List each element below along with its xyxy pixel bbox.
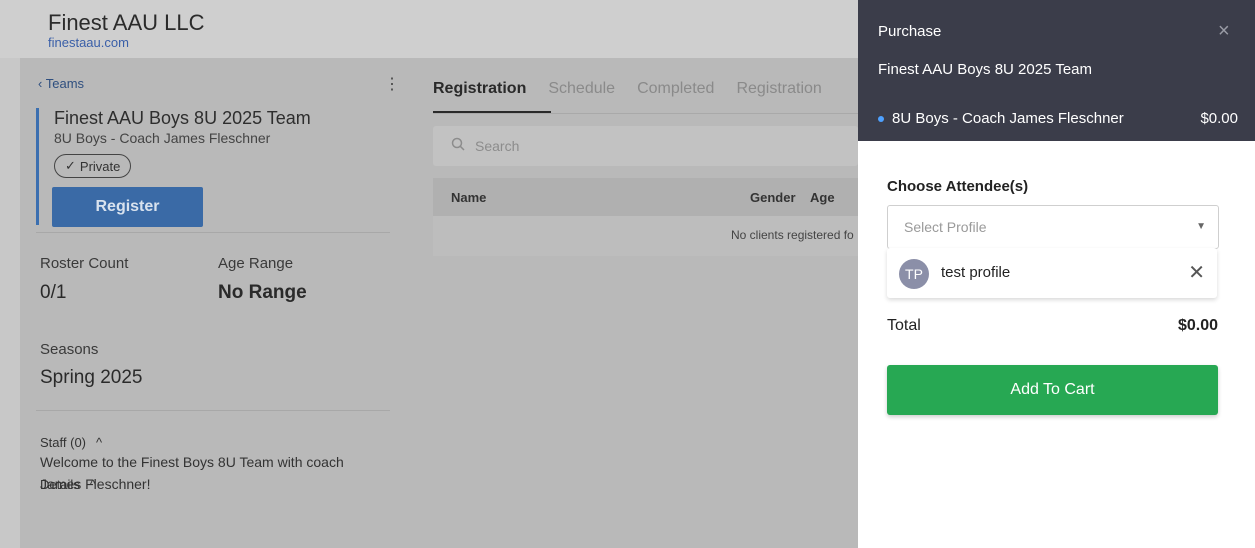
caret-down-icon: ▼ <box>1196 221 1206 232</box>
column-gender[interactable]: Gender <box>750 190 796 205</box>
team-subtitle: 8U Boys - Coach James Fleschner <box>54 130 271 146</box>
column-age[interactable]: Age <box>810 190 835 205</box>
private-label: Private <box>79 158 121 174</box>
app-header: Finest AAU LLC finestaau.com <box>0 0 858 58</box>
checkmark-icon: ✓ <box>65 158 76 173</box>
attendee-name: test profile <box>941 264 1011 281</box>
divider <box>36 232 390 233</box>
accent-bar <box>36 108 39 225</box>
drawer-title: Purchase <box>878 23 942 40</box>
search-placeholder: Search <box>475 138 520 154</box>
age-range-label: Age Range <box>218 255 294 272</box>
add-to-cart-button[interactable]: Add To Cart <box>887 365 1218 415</box>
details-text: Welcome to the Finest Boys 8U Team with … <box>40 454 344 492</box>
purchase-drawer: Purchase × Finest AAU Boys 8U 2025 Team … <box>858 0 1255 548</box>
team-sidebar: ‹ Teams ⋮ Finest AAU Boys 8U 2025 Team 8… <box>20 58 400 548</box>
empty-message: No clients registered fo <box>731 228 854 242</box>
total-label: Total <box>887 317 921 334</box>
column-name[interactable]: Name <box>451 190 486 205</box>
brand-name: Finest AAU LLC <box>48 10 205 35</box>
seasons-value: Spring 2025 <box>40 367 143 388</box>
divider <box>36 410 390 411</box>
roster-count-label: Roster Count <box>40 255 129 272</box>
age-range-value: No Range <box>218 282 307 303</box>
select-placeholder: Select Profile <box>904 219 987 235</box>
team-title: Finest AAU Boys 8U 2025 Team <box>54 108 311 128</box>
register-button[interactable]: Register <box>52 187 203 227</box>
seasons-label: Seasons <box>40 341 99 358</box>
roster-count-value: 0/1 <box>40 282 67 303</box>
tab-registration[interactable]: Registration <box>433 80 526 98</box>
search-icon <box>451 137 465 155</box>
back-to-teams-link[interactable]: ‹ Teams <box>38 76 84 91</box>
table-header: Name Gender Age <box>433 178 858 216</box>
remove-attendee-icon[interactable]: ✕ <box>1188 260 1205 285</box>
tab-registrations[interactable]: Registration <box>736 80 821 98</box>
avatar: TP <box>899 259 929 289</box>
line-item-price: $0.00 <box>1200 110 1238 127</box>
drawer-header: Purchase × Finest AAU Boys 8U 2025 Team … <box>858 0 1255 141</box>
tab-completed[interactable]: Completed <box>637 80 714 98</box>
search-input[interactable]: Search <box>433 126 858 166</box>
staff-label: Staff (0) <box>40 435 87 450</box>
registration-panel: Registration Schedule Completed Registra… <box>433 58 858 548</box>
drawer-team-name: Finest AAU Boys 8U 2025 Team <box>878 61 1092 78</box>
line-item-label: 8U Boys - Coach James Fleschner <box>892 110 1124 127</box>
tab-bar: Registration Schedule Completed Registra… <box>433 80 822 98</box>
chevron-left-icon: ‹ <box>38 76 43 91</box>
total-value: $0.00 <box>1177 317 1218 334</box>
staff-section-toggle[interactable]: Staff (0) ^ <box>40 435 102 450</box>
status-dot-icon <box>878 115 884 122</box>
brand-url-link[interactable]: finestaau.com <box>48 35 129 50</box>
drawer-line-item: 8U Boys - Coach James Fleschner $0.00 <box>878 110 1238 127</box>
select-profile-dropdown[interactable]: Select Profile ▼ <box>887 205 1219 249</box>
chevron-up-icon: ^ <box>96 435 103 450</box>
tab-schedule[interactable]: Schedule <box>548 80 615 98</box>
close-icon[interactable]: × <box>1218 20 1230 43</box>
main-area: ‹ Teams ⋮ Finest AAU Boys 8U 2025 Team 8… <box>0 58 858 548</box>
back-link-label: Teams <box>45 76 85 91</box>
selected-attendee: TP test profile ✕ <box>887 248 1217 298</box>
choose-attendee-label: Choose Attendee(s) <box>887 178 1029 195</box>
more-options-icon[interactable]: ⋮ <box>384 74 400 94</box>
empty-table-row: No clients registered fo <box>433 216 858 256</box>
private-badge: ✓ Private <box>54 154 132 178</box>
